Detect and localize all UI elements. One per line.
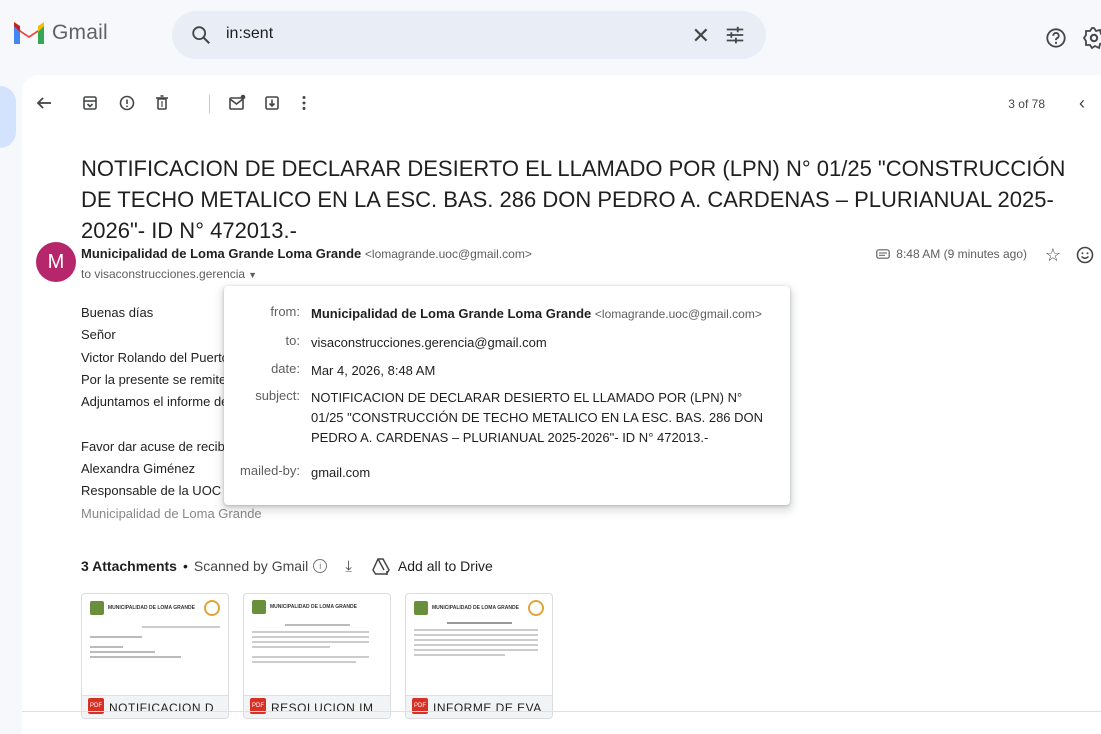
details-label: subject: bbox=[255, 388, 300, 403]
details-value: Municipalidad de Loma Grande Loma Grande… bbox=[311, 304, 771, 324]
label-icon bbox=[876, 249, 891, 259]
attachment-preview: MUNICIPALIDAD DE LOMA GRANDE bbox=[90, 600, 220, 708]
top-bar: Gmail ✕ bbox=[0, 0, 1101, 75]
attachment-preview: MUNICIPALIDAD DE LOMA GRANDE bbox=[252, 600, 382, 708]
sender-name[interactable]: Municipalidad de Loma Grande Loma Grande bbox=[81, 246, 361, 261]
details-from-name: Municipalidad de Loma Grande Loma Grande bbox=[311, 306, 592, 321]
mark-unread-icon[interactable] bbox=[227, 93, 247, 113]
message-pane: 3 of 78 ‹ NOTIFICACION DE DECLARAR DESIE… bbox=[22, 75, 1101, 734]
time-text: 8:48 AM (9 minutes ago) bbox=[896, 247, 1027, 261]
details-value: visaconstrucciones.gerencia@gmail.com bbox=[311, 335, 547, 350]
drive-icon bbox=[372, 558, 390, 575]
sender-line: Municipalidad de Loma Grande Loma Grande… bbox=[81, 246, 532, 261]
email-subject: NOTIFICACION DE DECLARAR DESIERTO EL LLA… bbox=[81, 156, 1066, 243]
recipient-text: to visaconstrucciones.gerencia bbox=[81, 267, 246, 281]
attachments-header: 3 Attachments • Scanned by Gmail i ⤓ Add… bbox=[81, 557, 493, 575]
details-value: Mar 4, 2026, 8:48 AM bbox=[311, 363, 436, 378]
gmail-logo[interactable]: Gmail bbox=[12, 20, 108, 46]
emoji-icon[interactable] bbox=[1075, 245, 1095, 265]
message-details-popup: from: Municipalidad de Loma Grande Loma … bbox=[224, 286, 790, 505]
details-label: from: bbox=[270, 304, 300, 319]
star-icon[interactable]: ☆ bbox=[1045, 245, 1061, 266]
delete-icon[interactable] bbox=[152, 93, 172, 113]
report-spam-icon[interactable] bbox=[117, 93, 137, 113]
search-input[interactable] bbox=[224, 24, 648, 44]
nav-indicator bbox=[0, 86, 16, 148]
tune-icon[interactable] bbox=[724, 24, 746, 46]
clear-icon[interactable]: ✕ bbox=[692, 23, 710, 49]
preview-header: MUNICIPALIDAD DE LOMA GRANDE bbox=[108, 605, 195, 611]
search-icon[interactable] bbox=[190, 24, 212, 46]
preview-header: MUNICIPALIDAD DE LOMA GRANDE bbox=[432, 605, 519, 611]
details-label: date: bbox=[271, 361, 300, 376]
preview-header: MUNICIPALIDAD DE LOMA GRANDE bbox=[270, 604, 357, 610]
move-to-icon[interactable] bbox=[262, 93, 282, 113]
sender-email: <lomagrande.uoc@gmail.com> bbox=[364, 247, 532, 261]
attachment-preview: MUNICIPALIDAD DE LOMA GRANDE bbox=[414, 600, 544, 708]
add-all-label: Add all to Drive bbox=[397, 558, 493, 574]
attachment-card[interactable]: MUNICIPALIDAD DE LOMA GRANDE PDF RESOLUC… bbox=[243, 593, 391, 719]
attachment-name: RESOLUCION IM bbox=[271, 701, 374, 715]
attachment-footer: PDF NOTIFICACION D bbox=[82, 695, 228, 718]
separator-dot: • bbox=[182, 558, 188, 574]
toolbar-divider bbox=[209, 95, 210, 113]
attachment-footer: PDF RESOLUCION IM bbox=[244, 695, 390, 718]
app-name: Gmail bbox=[52, 21, 108, 44]
attachment-card[interactable]: MUNICIPALIDAD DE LOMA GRANDE PDF NOTIFIC… bbox=[81, 593, 229, 719]
gmail-logo-icon bbox=[14, 22, 44, 44]
attachment-name: INFORME DE EVA bbox=[433, 701, 542, 715]
back-icon[interactable] bbox=[34, 93, 54, 113]
avatar-letter: M bbox=[47, 250, 65, 273]
info-icon[interactable]: i bbox=[313, 559, 328, 573]
message-time: 8:48 AM (9 minutes ago) bbox=[876, 247, 1027, 261]
attachment-footer: PDF INFORME DE EVA bbox=[406, 695, 552, 718]
download-icon[interactable]: ⤓ bbox=[345, 558, 352, 575]
pager-count: 3 of 78 bbox=[1008, 97, 1045, 111]
search-bar[interactable]: ✕ bbox=[172, 11, 766, 59]
details-label: mailed-by: bbox=[240, 463, 300, 478]
details-label: to: bbox=[285, 333, 300, 348]
divider bbox=[22, 711, 1101, 712]
chevron-left-icon[interactable]: ‹ bbox=[1079, 93, 1085, 114]
help-icon[interactable] bbox=[1045, 27, 1067, 49]
recipient-line[interactable]: to visaconstrucciones.gerencia ▼ bbox=[81, 267, 257, 281]
avatar[interactable]: M bbox=[36, 242, 76, 282]
details-from-email: <lomagrande.uoc@gmail.com> bbox=[594, 307, 762, 321]
attachment-card[interactable]: MUNICIPALIDAD DE LOMA GRANDE PDF INFORME… bbox=[405, 593, 553, 719]
more-icon[interactable] bbox=[294, 93, 314, 113]
attachment-name: NOTIFICACION D bbox=[109, 701, 214, 715]
body-line: Municipalidad de Loma Grande bbox=[81, 505, 262, 521]
archive-icon[interactable] bbox=[80, 93, 100, 113]
settings-icon[interactable] bbox=[1082, 26, 1101, 50]
details-value: NOTIFICACION DE DECLARAR DESIERTO EL LLA… bbox=[311, 390, 764, 445]
attachments-count: 3 Attachments bbox=[81, 558, 177, 574]
scanned-label: Scanned by Gmail bbox=[193, 558, 309, 574]
details-value: gmail.com bbox=[311, 465, 371, 480]
chevron-down-icon[interactable]: ▼ bbox=[248, 270, 257, 280]
add-all-to-drive-button[interactable]: Add all to Drive bbox=[372, 557, 493, 575]
message-toolbar: 3 of 78 ‹ bbox=[22, 75, 1101, 133]
